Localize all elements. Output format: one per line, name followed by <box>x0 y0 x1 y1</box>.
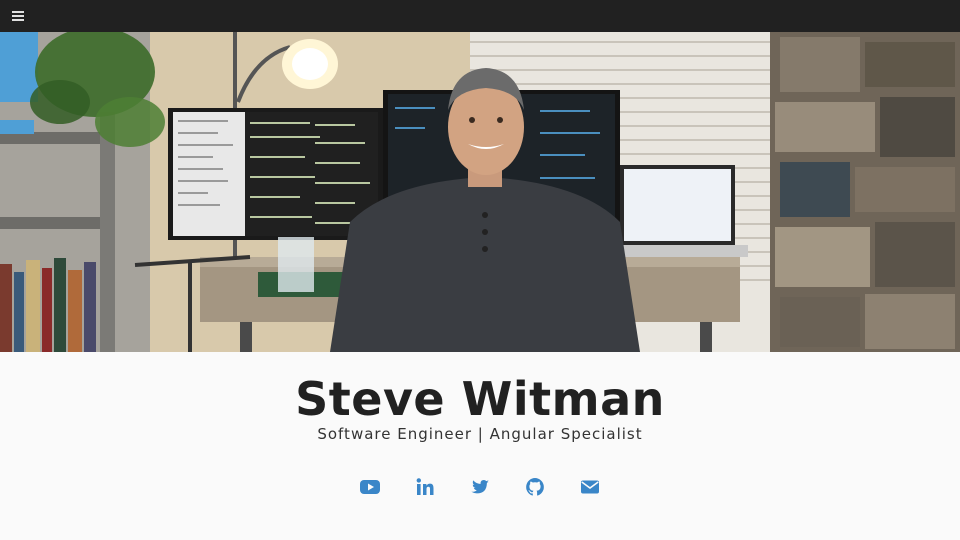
profile-name: Steve Witman <box>295 372 665 426</box>
github-icon[interactable] <box>524 476 546 498</box>
hamburger-menu-icon[interactable] <box>10 9 26 23</box>
email-icon[interactable] <box>579 476 601 498</box>
hero-photo <box>0 32 960 352</box>
profile-tagline: Software Engineer | Angular Specialist <box>317 425 643 443</box>
social-links <box>0 476 960 500</box>
youtube-icon[interactable] <box>359 476 381 498</box>
profile-section: Steve Witman Software Engineer | Angular… <box>0 352 960 540</box>
twitter-icon[interactable] <box>469 476 491 498</box>
top-app-bar <box>0 0 960 32</box>
linkedin-icon[interactable] <box>414 476 436 498</box>
hero-illustration <box>0 32 960 352</box>
